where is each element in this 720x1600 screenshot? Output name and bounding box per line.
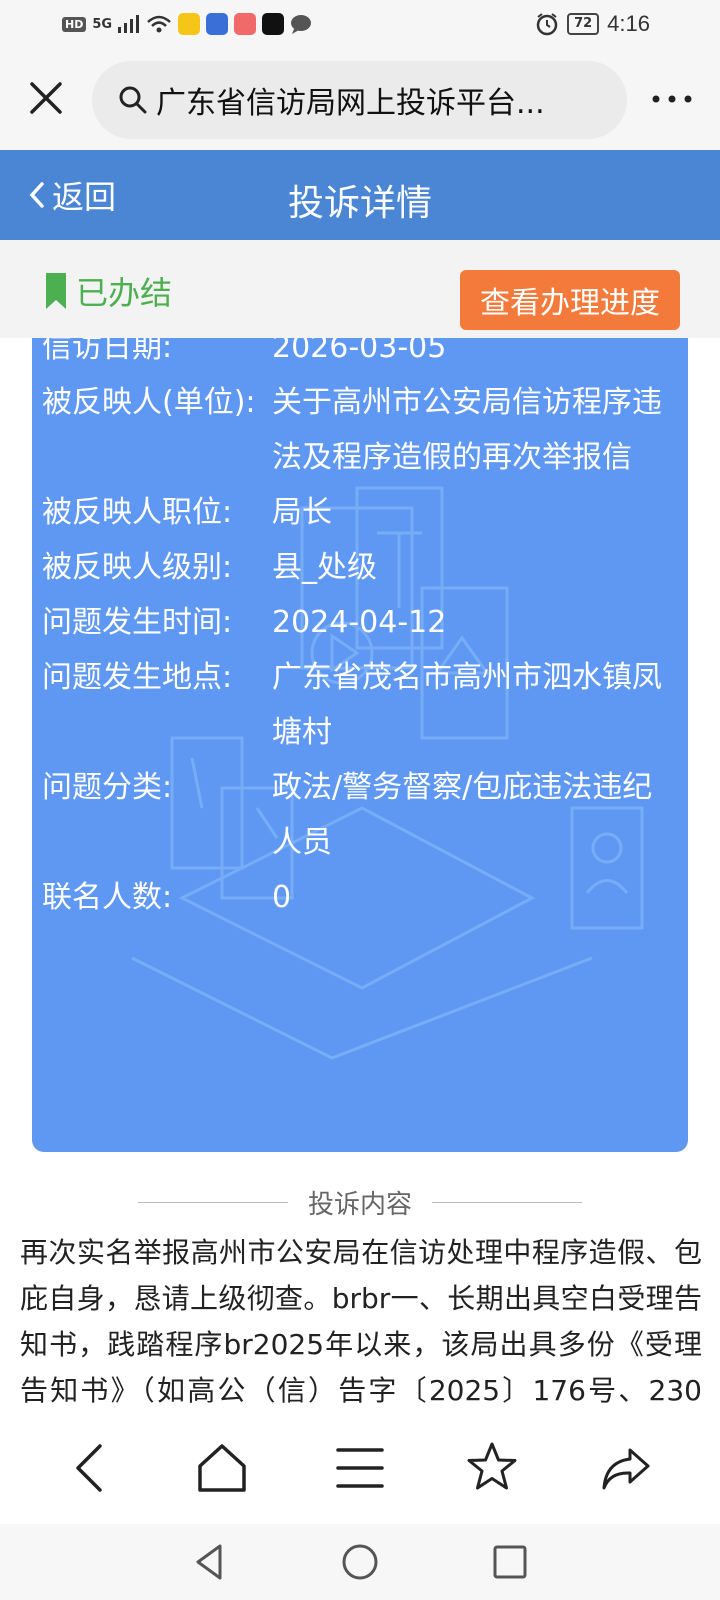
clock: 4:16 xyxy=(607,11,650,36)
detail-row: 问题发生时间: 2024-04-12 xyxy=(32,595,688,650)
divider-line xyxy=(137,1201,288,1203)
detail-value: 县_处级 xyxy=(272,550,377,585)
detail-row: 信访日期: 2026-03-05 xyxy=(32,338,688,375)
section-title: 投诉内容 xyxy=(307,1189,412,1220)
wifi-icon xyxy=(147,15,171,33)
system-back-icon[interactable] xyxy=(188,1540,232,1584)
complaint-content-text: 再次实名举报高州市公安局在信访处理中程序造假、包庇自身，恳请上级彻查。brbr一… xyxy=(20,1236,702,1407)
status-badge: 已办结 xyxy=(44,268,172,314)
complaint-detail-card: 信访日期: 2026-03-05 被反映人(单位): 关于高州市公安局信访程序违… xyxy=(32,338,688,1152)
status-icons-left: HD 5G xyxy=(62,10,312,38)
detail-value: 关于高州市公安局信访程序违法及程序造假的再次举报信 xyxy=(272,385,662,475)
menu-icon[interactable] xyxy=(330,1438,390,1498)
detail-label: 被反映人职位: xyxy=(42,495,233,530)
status-label: 已办结 xyxy=(76,274,173,312)
detail-value: 广东省茂名市高州市泗水镇凤塘村 xyxy=(272,660,662,750)
detail-label: 问题发生时间: xyxy=(42,605,233,640)
tiktok-app-icon xyxy=(262,13,285,35)
network-5g-indicator: 5G xyxy=(92,16,113,32)
nav-back-icon[interactable] xyxy=(62,1438,122,1498)
status-icons-right: 72 4:16 xyxy=(535,8,650,40)
battery-indicator: 72 xyxy=(567,13,600,35)
system-home-icon[interactable] xyxy=(338,1540,382,1584)
detail-row: 被反映人职位: 局长 xyxy=(32,485,688,540)
detail-label: 信访日期: xyxy=(42,338,173,365)
divider-line xyxy=(432,1201,582,1203)
hd-indicator: HD xyxy=(62,16,87,32)
detail-row: 被反映人(单位): 关于高州市公安局信访程序违法及程序造假的再次举报信 xyxy=(32,375,688,485)
detail-label: 被反映人级别: xyxy=(42,550,233,585)
detail-value: 0 xyxy=(272,880,292,915)
detail-label: 问题分类: xyxy=(42,770,173,805)
detail-value: 2024-04-12 xyxy=(272,605,447,640)
page-title: 投诉详情 xyxy=(287,183,432,224)
tieba-app-icon xyxy=(206,13,229,35)
browser-toolbar: 广东省信访局网上投诉平台... xyxy=(0,50,720,150)
address-bar[interactable]: 广东省信访局网上投诉平台... xyxy=(92,61,627,139)
detail-row: 被反映人级别: 县_处级 xyxy=(32,540,688,595)
detail-label: 被反映人(单位): xyxy=(42,385,256,420)
system-nav-bar xyxy=(0,1524,720,1600)
address-bar-text: 广东省信访局网上投诉平台... xyxy=(156,86,545,121)
alarm-icon xyxy=(536,13,558,36)
detail-label: 联名人数: xyxy=(42,880,173,915)
case-status-row: 已办结 查看办理进度 xyxy=(0,240,720,338)
detail-row: 联名人数: 0 xyxy=(32,870,688,925)
detail-row: 问题分类: 政法/警务督察/包庇违法违纪人员 xyxy=(32,760,688,870)
chat-icon xyxy=(291,15,312,34)
system-recents-icon[interactable] xyxy=(488,1540,532,1584)
detail-row: 问题发生地点: 广东省茂名市高州市泗水镇凤塘村 xyxy=(32,650,688,760)
detail-value: 2026-03-05 xyxy=(272,338,447,365)
content-section-header: 投诉内容 xyxy=(135,1182,585,1222)
browser-bottom-nav xyxy=(0,1412,720,1524)
close-icon[interactable] xyxy=(28,80,64,116)
detail-rows: 信访日期: 2026-03-05 被反映人(单位): 关于高州市公安局信访程序违… xyxy=(32,338,688,925)
weibo-app-icon xyxy=(178,13,201,35)
bookmark-icon xyxy=(46,273,66,309)
detail-value: 政法/警务督察/包庇违法违纪人员 xyxy=(272,770,653,860)
home-icon[interactable] xyxy=(192,1438,252,1498)
search-icon xyxy=(119,86,147,114)
share-icon[interactable] xyxy=(596,1438,656,1498)
signal-icon xyxy=(118,15,140,33)
star-icon[interactable] xyxy=(462,1438,522,1498)
detail-value: 局长 xyxy=(272,495,332,530)
page-header: 返回 投诉详情 xyxy=(0,150,720,240)
mail-app-icon xyxy=(234,13,257,35)
detail-label: 问题发生地点: xyxy=(42,660,233,695)
view-progress-button[interactable]: 查看办理进度 xyxy=(460,270,680,330)
more-icon[interactable] xyxy=(648,84,696,114)
status-bar: HD 5G 72 4:16 xyxy=(0,0,720,50)
